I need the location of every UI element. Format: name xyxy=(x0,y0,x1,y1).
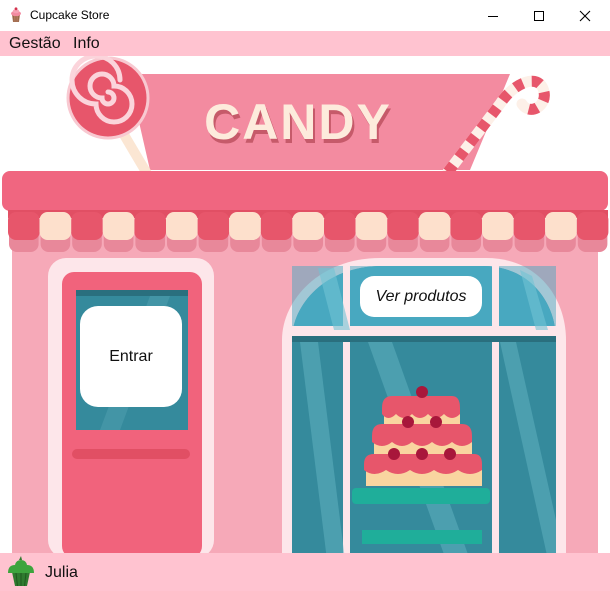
awning-scallop xyxy=(545,212,577,240)
storefront-illustration: CANDY CANDY xyxy=(2,56,609,553)
awning-scallop xyxy=(513,212,546,240)
store-sign-text-front: CANDY xyxy=(204,94,392,150)
awning-scallop xyxy=(102,212,135,240)
close-icon xyxy=(579,10,591,21)
cupcake-icon xyxy=(11,7,21,23)
enter-button[interactable]: Entrar xyxy=(80,306,182,407)
awning-scallop xyxy=(197,212,230,240)
awning-scallop xyxy=(260,212,293,240)
maximize-icon xyxy=(534,10,544,21)
awning-scallop xyxy=(482,212,514,240)
awning-scallops xyxy=(8,210,609,252)
awning-scallop xyxy=(324,212,356,240)
awning-scallop xyxy=(450,212,482,240)
awning-scallop xyxy=(355,212,388,240)
awning-scallop xyxy=(576,212,609,240)
app-window: Cupcake Store Gestão Info CANDY CANDY En… xyxy=(0,0,610,591)
awning-scallop xyxy=(292,212,324,240)
minimize-button[interactable] xyxy=(470,0,516,31)
shop-scene: CANDY CANDY Entrar Ver produtos xyxy=(0,56,610,553)
minimize-icon xyxy=(488,15,498,17)
maximize-button[interactable] xyxy=(516,0,562,31)
awning-scallop xyxy=(166,212,198,240)
awning-scallop xyxy=(387,212,419,240)
view-products-button[interactable]: Ver produtos xyxy=(360,276,482,317)
title-bar: Cupcake Store xyxy=(0,0,610,31)
awning-scallop xyxy=(134,212,166,240)
menu-info[interactable]: Info xyxy=(73,35,100,53)
status-bar: Julia xyxy=(0,553,610,591)
menu-gestao[interactable]: Gestão xyxy=(9,35,61,53)
awning-scallop xyxy=(39,212,72,240)
awning-scallop xyxy=(229,212,261,240)
awning-scallop xyxy=(8,212,40,240)
window-title: Cupcake Store xyxy=(30,8,110,22)
menu-bar: Gestão Info xyxy=(0,31,610,56)
cupcake-icon xyxy=(8,556,34,587)
close-button[interactable] xyxy=(562,0,608,31)
user-name: Julia xyxy=(45,564,78,581)
awning-scallop xyxy=(418,212,451,240)
awning-scallop xyxy=(71,212,103,240)
